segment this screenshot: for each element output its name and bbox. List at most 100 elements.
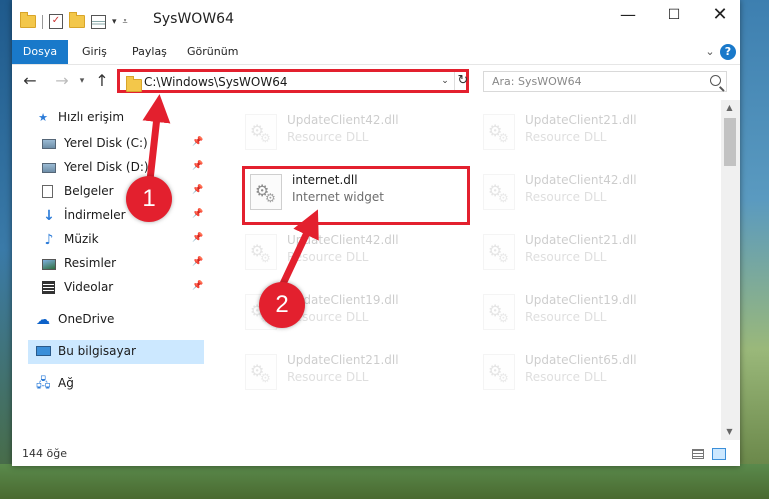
file-name: UpdateClient21.dll <box>525 113 637 127</box>
videos-icon <box>42 281 55 294</box>
pictures-icon <box>42 259 56 270</box>
nav-item-label: Yerel Disk (C:) <box>64 136 148 150</box>
back-arrow-icon[interactable]: ← <box>20 71 40 91</box>
properties-icon[interactable] <box>91 14 106 29</box>
toolbar-divider <box>42 14 43 29</box>
ribbon-tabs: Dosya Giriş Paylaş Görünüm ⌄ ? <box>12 40 740 65</box>
nav-item-network[interactable]: 🖧 Ağ <box>12 372 204 396</box>
drive-icon <box>42 139 56 149</box>
scrollbar-thumb[interactable] <box>724 118 736 166</box>
large-icons-view-icon[interactable] <box>712 448 726 460</box>
forward-arrow-icon[interactable]: → <box>52 71 72 91</box>
address-bar[interactable]: ⌄ ↻ <box>117 69 469 93</box>
customize-toolbar-icon[interactable]: ⩡ <box>123 17 128 27</box>
close-button[interactable]: ✕ <box>697 0 743 32</box>
file-description: Resource DLL <box>525 130 607 144</box>
expand-ribbon-icon[interactable]: ⌄ <box>702 44 718 60</box>
scroll-down-icon[interactable]: ▼ <box>721 424 738 440</box>
tab-view[interactable]: Görünüm <box>187 40 238 64</box>
help-icon[interactable]: ? <box>720 44 736 60</box>
vertical-scrollbar[interactable]: ▲ ▼ <box>721 100 740 440</box>
dll-file-icon <box>245 114 277 150</box>
search-icon <box>710 75 721 86</box>
nav-item-music[interactable]: ♪ Müzik 📌 <box>12 228 204 252</box>
scroll-up-icon[interactable]: ▲ <box>721 100 738 116</box>
file-item[interactable]: UpdateClient42.dll Resource DLL <box>237 226 457 278</box>
file-name: UpdateClient65.dll <box>525 353 637 367</box>
file-description: Resource DLL <box>525 370 607 384</box>
address-input[interactable] <box>144 75 434 89</box>
nav-item-downloads[interactable]: ↓ İndirmeler 📌 <box>12 204 204 228</box>
address-dropdown-icon[interactable]: ⌄ <box>438 72 452 90</box>
tab-share[interactable]: Paylaş <box>132 40 167 64</box>
chevron-down-icon[interactable]: ▾ <box>112 17 117 27</box>
pin-icon[interactable]: 📌 <box>192 137 203 147</box>
nav-item-label: OneDrive <box>58 312 115 326</box>
file-description: Resource DLL <box>525 310 607 324</box>
maximize-button[interactable]: ☐ <box>651 0 697 32</box>
pin-icon[interactable]: 📌 <box>192 281 203 291</box>
network-icon: 🖧 <box>36 376 51 391</box>
file-name: UpdateClient42.dll <box>287 113 399 127</box>
navigation-pane: ★ Hızlı erişim Yerel Disk (C:) 📌 Yerel D… <box>12 100 212 440</box>
file-item[interactable]: UpdateClient21.dll Resource DLL <box>237 346 457 398</box>
search-box[interactable] <box>483 71 727 92</box>
documents-icon <box>42 185 53 198</box>
pin-icon[interactable]: 📌 <box>192 185 203 195</box>
file-description: Internet widget <box>292 190 384 204</box>
pin-icon[interactable]: 📌 <box>192 209 203 219</box>
file-description: Resource DLL <box>525 250 607 264</box>
file-item[interactable]: UpdateClient21.dll Resource DLL <box>475 226 695 278</box>
nav-item-this-pc[interactable]: Bu bilgisayar <box>28 340 204 364</box>
dll-file-icon <box>483 294 515 330</box>
desktop-background-bottom <box>0 464 769 499</box>
nav-item-local-disk-d[interactable]: Yerel Disk (D:) 📌 <box>12 156 204 180</box>
file-name: UpdateClient42.dll <box>525 173 637 187</box>
dll-file-icon <box>483 114 515 150</box>
address-row: ← → ▾ ↑ ⌄ ↻ <box>12 65 740 99</box>
file-item[interactable]: UpdateClient19.dll Resource DLL <box>475 286 695 338</box>
file-item[interactable]: UpdateClient42.dll Resource DLL <box>237 106 457 158</box>
file-name: UpdateClient21.dll <box>525 233 637 247</box>
step-1-badge: 1 <box>126 176 172 222</box>
star-icon: ★ <box>38 111 48 124</box>
tab-home[interactable]: Giriş <box>82 40 107 64</box>
file-description: Resource DLL <box>525 190 607 204</box>
pin-icon[interactable]: 📌 <box>192 161 203 171</box>
step-2-badge: 2 <box>259 282 305 328</box>
up-arrow-icon[interactable]: ↑ <box>92 71 112 91</box>
nav-item-pictures[interactable]: Resimler 📌 <box>12 252 204 276</box>
search-input[interactable] <box>492 75 702 88</box>
dll-file-icon <box>483 354 515 390</box>
nav-item-documents[interactable]: Belgeler 📌 <box>12 180 204 204</box>
status-bar: 144 öğe <box>12 441 740 466</box>
file-list: UpdateClient42.dll Resource DLL UpdateCl… <box>217 100 720 440</box>
properties-check-icon[interactable]: ✓ <box>49 14 63 29</box>
nav-item-label: Ağ <box>58 376 74 390</box>
dll-file-icon <box>245 234 277 270</box>
details-view-icon[interactable] <box>692 449 704 459</box>
nav-item-videos[interactable]: Videolar 📌 <box>12 276 204 300</box>
nav-item-label: İndirmeler <box>64 208 126 222</box>
file-item[interactable]: UpdateClient42.dll Resource DLL <box>475 166 695 218</box>
nav-item-local-disk-c[interactable]: Yerel Disk (C:) 📌 <box>12 132 204 156</box>
refresh-icon[interactable]: ↻ <box>454 72 471 90</box>
quick-access-toolbar: ✓ ▾ ⩡ <box>20 12 128 29</box>
window-title: SysWOW64 <box>153 11 234 27</box>
nav-item-label: Belgeler <box>64 184 114 198</box>
new-folder-icon[interactable] <box>69 12 85 28</box>
file-item-internet-dll[interactable]: internet.dll Internet widget <box>242 166 470 225</box>
pin-icon[interactable]: 📌 <box>192 233 203 243</box>
pin-icon[interactable]: 📌 <box>192 257 203 267</box>
tab-file[interactable]: Dosya <box>12 40 68 64</box>
minimize-button[interactable]: — <box>605 0 651 32</box>
recent-locations-chevron-icon[interactable]: ▾ <box>72 71 92 91</box>
cloud-icon: ☁ <box>36 312 50 328</box>
file-description: Resource DLL <box>287 130 369 144</box>
nav-item-onedrive[interactable]: ☁ OneDrive <box>12 308 204 332</box>
nav-quick-access[interactable]: ★ Hızlı erişim <box>12 106 204 130</box>
file-item[interactable]: UpdateClient21.dll Resource DLL <box>475 106 695 158</box>
file-item[interactable]: UpdateClient65.dll Resource DLL <box>475 346 695 398</box>
file-name: UpdateClient21.dll <box>287 353 399 367</box>
desktop-background-left <box>0 0 12 499</box>
